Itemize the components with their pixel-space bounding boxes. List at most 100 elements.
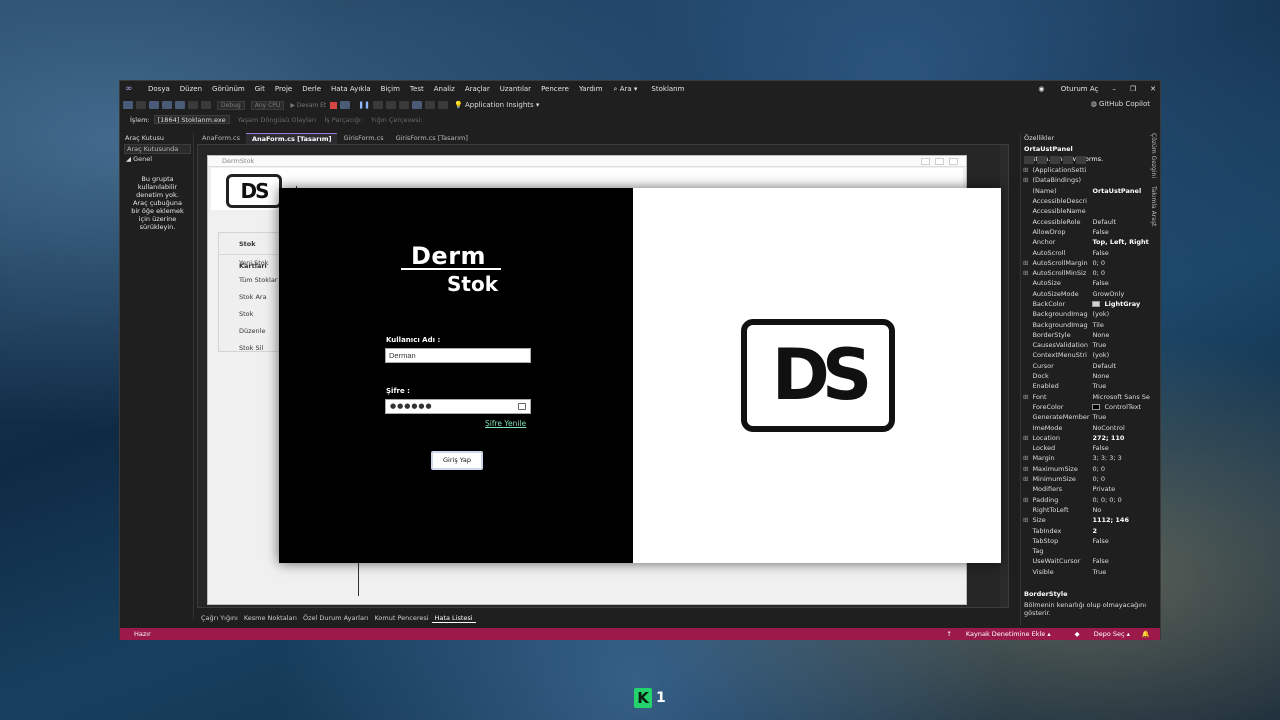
expand-icon[interactable]: ⊞ — [1021, 258, 1030, 268]
expand-icon[interactable]: ⊞ — [1021, 175, 1030, 185]
redo-icon[interactable] — [201, 101, 211, 109]
property-value[interactable]: GrowOnly — [1090, 289, 1150, 299]
forward-icon[interactable] — [136, 101, 146, 109]
tab-error-list[interactable]: Hata Listesi — [431, 614, 476, 623]
property-row[interactable]: ContextMenuStri (yok) — [1021, 350, 1150, 360]
tab-call-stack[interactable]: Çağrı Yığını — [198, 614, 241, 622]
team-explorer-tab[interactable]: Takımla Araşt — [1150, 186, 1157, 226]
property-value[interactable]: NoControl — [1090, 422, 1150, 432]
property-row[interactable]: GenerateMember True — [1021, 412, 1150, 422]
property-value[interactable]: None — [1090, 371, 1150, 381]
side-menu-item[interactable]: Stok Ara — [219, 289, 281, 306]
application-insights-button[interactable]: 💡 Application Insights ▾ — [454, 101, 539, 109]
select-repo-button[interactable]: ◆ Depo Seç ▴ — [1063, 630, 1130, 638]
expand-icon[interactable]: ⊞ — [1021, 474, 1030, 484]
property-row[interactable]: ⊞ Padding 0; 0; 0; 0 — [1021, 495, 1150, 505]
property-pages-icon[interactable] — [1076, 155, 1086, 164]
property-row[interactable]: AccessibleDescri — [1021, 196, 1150, 206]
property-row[interactable]: ⊞ Size 1112; 146 — [1021, 515, 1150, 525]
property-value[interactable] — [1090, 546, 1150, 556]
property-row[interactable]: Enabled True — [1021, 381, 1150, 391]
new-file-icon[interactable] — [149, 101, 159, 109]
form-logo-small[interactable]: DS — [226, 174, 282, 208]
menu-araclar[interactable]: Araçlar — [460, 81, 495, 97]
save-icon[interactable] — [162, 101, 172, 109]
property-row[interactable]: ⊞ MinimumSize 0; 0 — [1021, 474, 1150, 484]
property-row[interactable]: ImeMode NoControl — [1021, 422, 1150, 432]
property-value[interactable]: (yok) — [1090, 309, 1150, 319]
property-row[interactable]: TabIndex 2 — [1021, 525, 1150, 535]
pause-icon[interactable]: ❚❚ — [358, 101, 370, 109]
show-password-checkbox[interactable] — [518, 403, 526, 410]
back-icon[interactable] — [123, 101, 133, 109]
form-side-menu[interactable]: Stok Kartları Yeni Stok Tüm Stoklar Stok… — [218, 232, 282, 352]
property-row[interactable]: AllowDrop False — [1021, 227, 1150, 237]
property-value[interactable]: False — [1090, 443, 1150, 453]
side-menu-item[interactable]: Yeni Stok — [219, 255, 281, 272]
undo-icon[interactable] — [188, 101, 198, 109]
property-value[interactable]: False — [1090, 536, 1150, 546]
side-menu-item[interactable]: Tüm Stoklar — [219, 272, 281, 289]
github-copilot-button[interactable]: ◍ GitHub Copilot — [1091, 100, 1150, 108]
menu-duzen[interactable]: Düzen — [175, 81, 207, 97]
menu-yardim[interactable]: Yardım — [574, 81, 608, 97]
expand-icon[interactable]: ⊞ — [1021, 464, 1030, 474]
expand-icon[interactable]: ⊞ — [1021, 515, 1030, 525]
property-value[interactable]: 2 — [1090, 525, 1150, 535]
property-value[interactable]: No — [1090, 505, 1150, 515]
property-value[interactable] — [1090, 165, 1150, 175]
toolbox-group-genel[interactable]: ◢ Genel — [122, 155, 193, 163]
property-row[interactable]: ⊞ (DataBindings) — [1021, 175, 1150, 185]
layout-icon[interactable] — [412, 101, 423, 109]
property-row[interactable]: BackgroundImag (yok) — [1021, 309, 1150, 319]
property-value[interactable] — [1090, 175, 1150, 185]
add-source-control-button[interactable]: ↑ Kaynak Denetimine Ekle ▴ — [946, 630, 1050, 638]
property-value[interactable]: Private — [1090, 484, 1150, 494]
property-row[interactable]: ⊞ MaximumSize 0; 0 — [1021, 464, 1150, 474]
tab-command-window[interactable]: Komut Penceresi — [371, 614, 431, 622]
save-all-icon[interactable] — [175, 101, 185, 109]
side-menu-header[interactable]: Stok Kartları — [219, 233, 281, 270]
property-value[interactable]: (yok) — [1090, 350, 1150, 360]
property-row[interactable]: BorderStyle None — [1021, 330, 1150, 340]
property-row[interactable]: AutoSize False — [1021, 278, 1150, 288]
property-row[interactable]: Modifiers Private — [1021, 484, 1150, 494]
menu-git[interactable]: Git — [250, 81, 270, 97]
property-row[interactable]: Locked False — [1021, 443, 1150, 453]
property-row[interactable]: RightToLeft No — [1021, 505, 1150, 515]
expand-icon[interactable]: ⊞ — [1021, 453, 1030, 463]
toolbox-search-input[interactable]: Araç Kutusunda — [124, 144, 191, 154]
alphabetical-icon[interactable] — [1037, 155, 1047, 164]
property-value[interactable]: 0; 0 — [1090, 268, 1150, 278]
side-menu-item[interactable]: Stok Düzenle — [219, 306, 281, 340]
process-dropdown[interactable]: [1864] Stoklanm.exe — [153, 115, 230, 124]
property-value[interactable]: Default — [1090, 361, 1150, 371]
property-row[interactable]: AccessibleName — [1021, 206, 1150, 216]
property-row[interactable]: Dock None — [1021, 371, 1150, 381]
menu-gorunum[interactable]: Görünüm — [207, 81, 250, 97]
property-row[interactable]: BackColor LightGray — [1021, 299, 1150, 309]
property-row[interactable]: Anchor Top, Left, Right — [1021, 237, 1150, 247]
menu-pencere[interactable]: Pencere — [536, 81, 574, 97]
step-out-icon[interactable] — [399, 101, 410, 109]
signin-button[interactable]: ◉ Oturum Aç — [1024, 85, 1098, 93]
reset-password-link[interactable]: Şifre Yenile — [485, 419, 526, 428]
minimize-button[interactable]: – — [1112, 85, 1116, 93]
property-value[interactable]: None — [1090, 330, 1150, 340]
properties-icon[interactable] — [1050, 155, 1060, 164]
events-icon[interactable] — [1063, 155, 1073, 164]
property-row[interactable]: ⊞ AutoScrollMargin 0; 0 — [1021, 258, 1150, 268]
property-row[interactable]: Tag — [1021, 546, 1150, 556]
property-value[interactable]: LightGray — [1090, 299, 1150, 309]
property-value[interactable]: ControlText — [1090, 402, 1150, 412]
property-value[interactable]: 1112; 146 — [1090, 515, 1150, 525]
menu-test[interactable]: Test — [405, 81, 429, 97]
property-value[interactable]: Tile — [1090, 319, 1150, 329]
property-value[interactable] — [1090, 206, 1150, 216]
property-value[interactable] — [1090, 196, 1150, 206]
property-value[interactable]: Top, Left, Right — [1090, 237, 1150, 247]
property-value[interactable]: True — [1090, 381, 1150, 391]
tab-exception-settings[interactable]: Özel Durum Ayarları — [300, 614, 372, 622]
step-over-icon[interactable] — [373, 101, 384, 109]
menu-hata-ayikla[interactable]: Hata Ayıkla — [326, 81, 376, 97]
